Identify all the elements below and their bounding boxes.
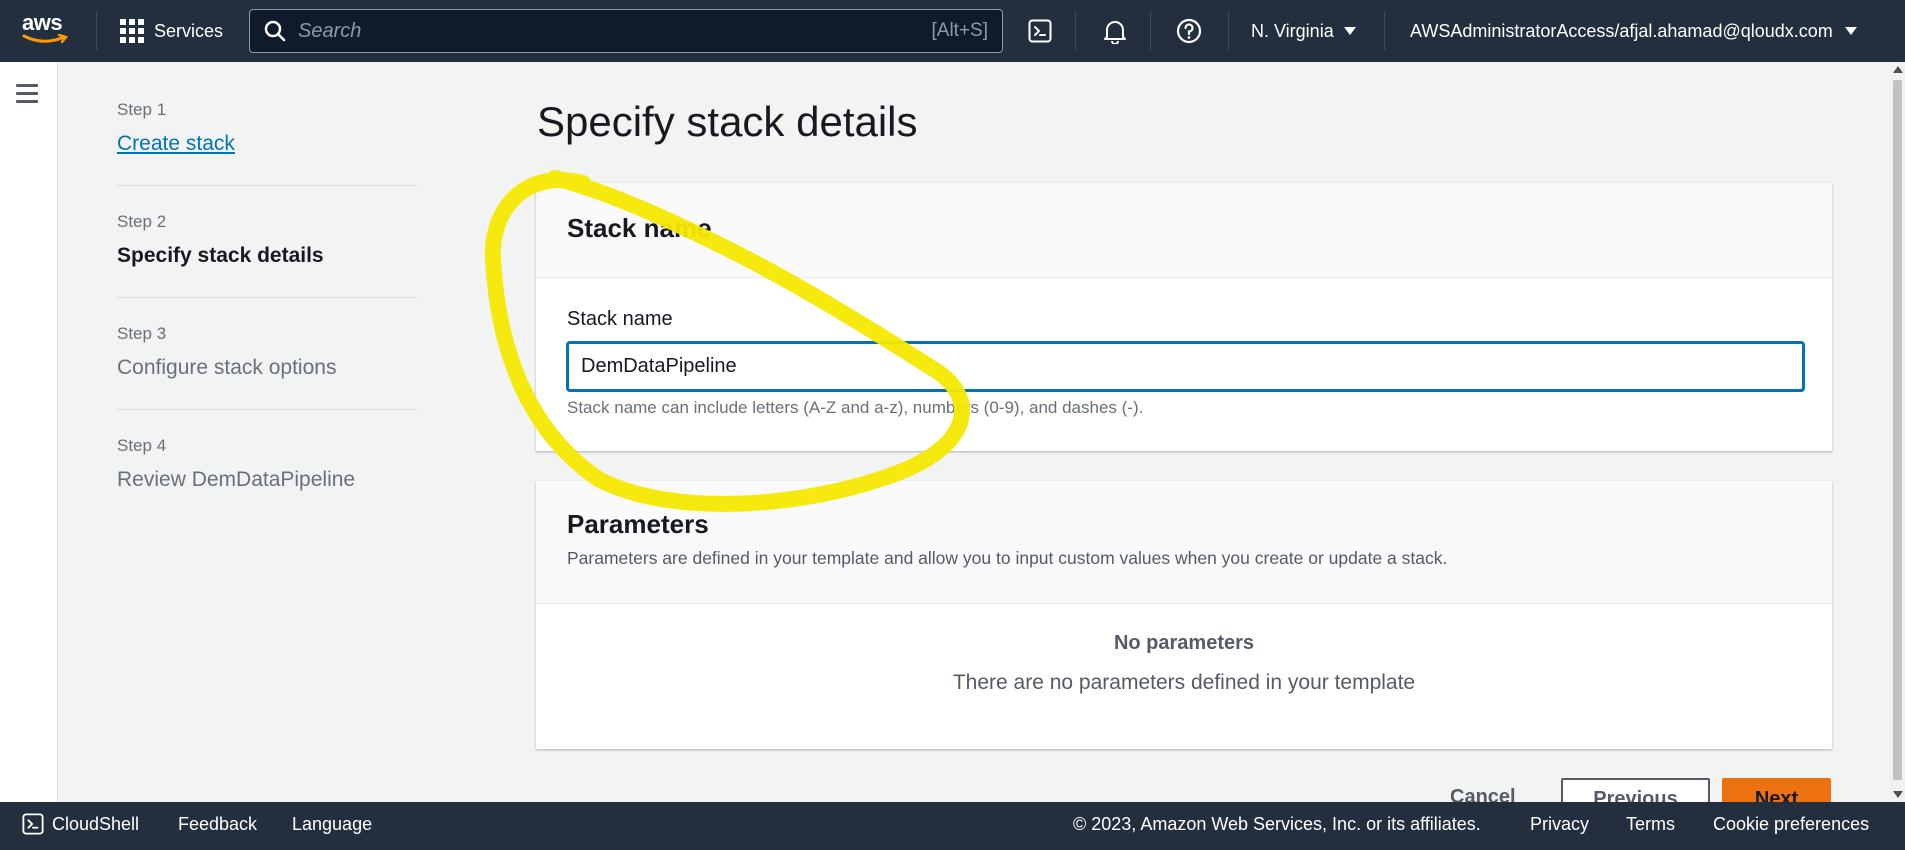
panel-header: Parameters Parameters are defined in you… xyxy=(536,481,1832,604)
nav-divider xyxy=(1228,12,1229,50)
stack-name-input[interactable] xyxy=(567,342,1804,391)
search-input[interactable] xyxy=(298,19,932,43)
bell-icon xyxy=(1104,21,1126,44)
nav-divider xyxy=(96,12,97,50)
footer-cloudshell-button[interactable]: CloudShell xyxy=(22,802,139,846)
footer-cookie-preferences-link[interactable]: Cookie preferences xyxy=(1713,802,1869,846)
terminal-icon xyxy=(22,813,44,835)
help-icon xyxy=(1176,18,1202,44)
grid-icon xyxy=(120,19,144,43)
caret-down-icon xyxy=(1844,27,1857,35)
aws-logo-text: aws xyxy=(22,10,63,35)
step-number: Step 2 xyxy=(117,212,167,231)
aws-logo[interactable]: aws xyxy=(22,12,74,48)
search-box[interactable]: [Alt+S] xyxy=(249,9,1003,53)
console-footer: CloudShell Feedback Language © 2023, Ama… xyxy=(0,802,1905,850)
stack-name-hint: Stack name can include letters (A-Z and … xyxy=(567,398,1144,417)
caret-down-icon xyxy=(1343,27,1356,35)
step-number: Step 1 xyxy=(117,100,167,119)
wizard-step-2: Step 2 Specify stack details xyxy=(117,212,417,268)
step-divider xyxy=(117,409,417,410)
footer-language-link[interactable]: Language xyxy=(292,802,372,846)
step-link-create-stack[interactable]: Create stack xyxy=(117,132,417,156)
panel-header: Stack name xyxy=(536,183,1832,278)
panel-title: Parameters xyxy=(567,509,709,539)
terminal-icon xyxy=(1028,19,1052,43)
search-icon xyxy=(264,20,286,42)
search-shortcut: [Alt+S] xyxy=(931,20,989,41)
page-title: Specify stack details xyxy=(537,98,918,145)
region-label: N. Virginia xyxy=(1251,20,1334,41)
wizard-step-3: Step 3 Configure stack options xyxy=(117,324,417,380)
account-menu[interactable]: AWSAdministratorAccess/afjal.ahamad@qlou… xyxy=(1410,0,1857,62)
scroll-up-icon[interactable] xyxy=(1893,66,1903,73)
step-label: Configure stack options xyxy=(117,356,337,379)
page-scrollbar[interactable] xyxy=(1890,62,1905,802)
panel-title: Stack name xyxy=(567,213,712,243)
empty-state-title: No parameters xyxy=(1113,632,1255,654)
scroll-down-icon[interactable] xyxy=(1893,791,1903,798)
hamburger-menu-icon[interactable] xyxy=(16,84,38,108)
footer-copyright: © 2023, Amazon Web Services, Inc. or its… xyxy=(1073,813,1481,834)
cloudshell-nav-button[interactable] xyxy=(1015,0,1065,62)
services-menu-button[interactable]: Services xyxy=(120,0,223,62)
help-button[interactable] xyxy=(1164,0,1214,62)
aws-smile-icon xyxy=(22,34,69,44)
step-label: Review DemDataPipeline xyxy=(117,468,356,491)
scrollbar-thumb[interactable] xyxy=(1893,80,1902,780)
footer-terms-link[interactable]: Terms xyxy=(1626,802,1675,846)
account-label: AWSAdministratorAccess/afjal.ahamad@qlou… xyxy=(1410,20,1833,41)
step-label-current: Specify stack details xyxy=(117,244,324,267)
wizard-step-4: Step 4 Review DemDataPipeline xyxy=(117,436,417,492)
empty-state-text: There are no parameters defined in your … xyxy=(952,671,1416,694)
footer-privacy-link[interactable]: Privacy xyxy=(1530,802,1589,846)
nav-divider xyxy=(1384,12,1385,50)
footer-cloudshell-label: CloudShell xyxy=(52,813,140,834)
step-number: Step 3 xyxy=(117,324,167,343)
panel-description: Parameters are defined in your template … xyxy=(567,548,1448,568)
notifications-button[interactable] xyxy=(1090,0,1140,62)
services-label: Services xyxy=(154,20,224,41)
nav-divider xyxy=(1075,12,1076,50)
step-divider xyxy=(117,297,417,298)
footer-feedback-link[interactable]: Feedback xyxy=(178,802,257,846)
step-divider xyxy=(117,185,417,186)
stack-name-label: Stack name xyxy=(567,308,673,330)
nav-divider xyxy=(1150,12,1151,50)
step-number: Step 4 xyxy=(117,436,167,455)
top-navigation: aws Services [Alt+S] xyxy=(0,0,1905,62)
side-rail xyxy=(0,62,58,802)
region-selector[interactable]: N. Virginia xyxy=(1251,0,1356,62)
parameters-panel: Parameters Parameters are defined in you… xyxy=(536,481,1832,749)
wizard-step-1: Step 1 Create stack xyxy=(117,100,417,156)
